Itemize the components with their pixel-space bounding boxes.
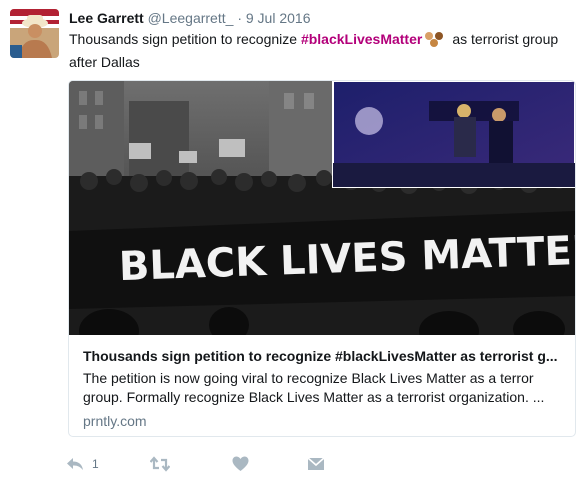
retweet-icon [150, 456, 170, 472]
reply-icon [66, 456, 84, 472]
three-skin-tone-dots-emoji [424, 31, 446, 52]
card-domain[interactable]: prntly.com [83, 412, 565, 431]
direct-message-button[interactable] [307, 453, 325, 475]
tweet-actions: 1 [66, 453, 366, 475]
avatar[interactable] [10, 9, 59, 58]
author-handle[interactable]: @Leegarrett_ [148, 10, 234, 26]
link-card[interactable]: BLACK LIVES MATTER Thousands sign petiti… [68, 80, 576, 437]
hashtag-link[interactable]: #blackLivesMatter [301, 31, 422, 47]
tweet-text-before: Thousands sign petition to recognize [69, 31, 301, 47]
retweet-button[interactable] [150, 453, 170, 475]
card-image[interactable]: BLACK LIVES MATTER [69, 81, 575, 335]
envelope-icon [307, 456, 325, 472]
author-name[interactable]: Lee Garrett [69, 10, 144, 26]
separator-dot: · [237, 10, 242, 26]
card-body[interactable]: Thousands sign petition to recognize #bl… [83, 347, 565, 431]
card-title[interactable]: Thousands sign petition to recognize #bl… [83, 347, 565, 366]
like-button[interactable] [232, 453, 249, 475]
heart-icon [232, 456, 249, 472]
tweet-date[interactable]: 9 Jul 2016 [246, 10, 311, 26]
reply-count: 1 [92, 457, 99, 471]
card-description: The petition is now going viral to recog… [83, 370, 545, 405]
reply-button[interactable]: 1 [66, 453, 99, 475]
tweet[interactable]: Lee Garrett @Leegarrett_ · 9 Jul 2016 Th… [0, 0, 586, 477]
tweet-header: Lee Garrett @Leegarrett_ · 9 Jul 2016 [69, 8, 310, 28]
tweet-text: Thousands sign petition to recognize #bl… [69, 29, 559, 72]
